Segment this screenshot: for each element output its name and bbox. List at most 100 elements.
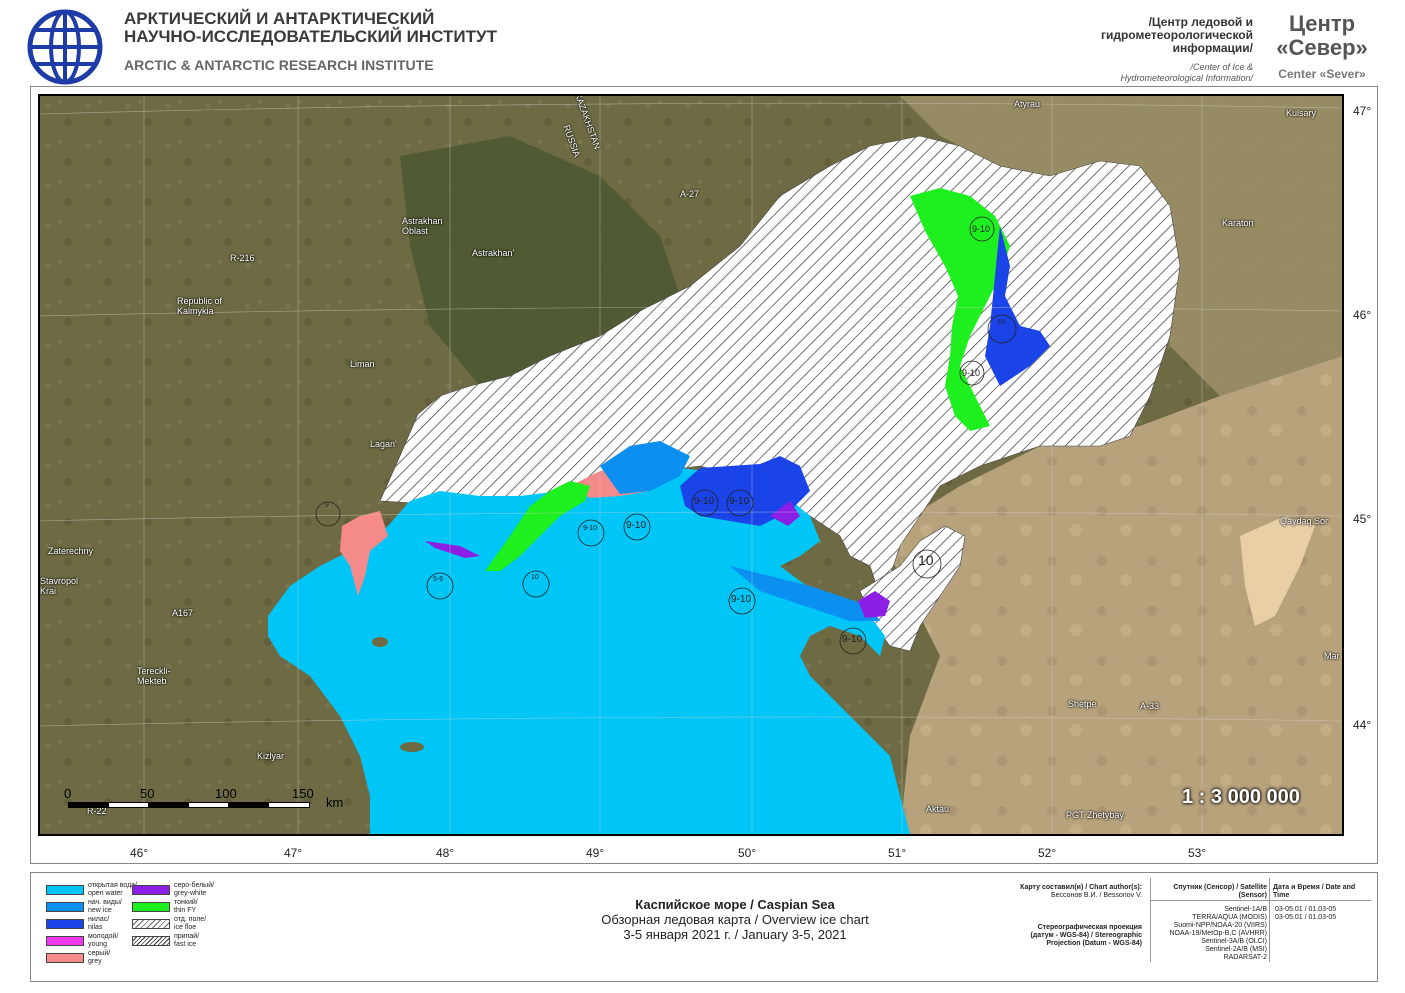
legend-en: nilas [88,924,103,931]
source-sat: Sentinel-3A/B (OLCI) [1201,938,1267,945]
place-label: Kulsary [1286,108,1317,118]
road-label: A-27 [680,189,700,199]
road-label: A167 [172,608,194,618]
legend-swatch [132,919,170,929]
place-label: Astrakhan' [472,248,515,258]
longitude-label: 50° [738,846,757,860]
legend-ru: припай/ [174,933,200,940]
sever-logo-ru: Центр «Север» [1268,12,1376,60]
latitude-label: 45° [1353,512,1372,526]
center-en-line2: Hydrometeorological Information/ [1120,73,1253,83]
ice-chart-svg[interactable] [40,96,1342,834]
legend-ru: тонкий/ [174,899,198,906]
source-sat: Sentinel-1A/B [1224,906,1267,913]
legend-en: open water [88,890,123,897]
ice-map[interactable]: 9-10 10 9-10 9-10 9-10 9-10 9-10 9-10 10… [38,94,1344,836]
place-label: Aktau [926,804,950,814]
place-label: Kizlyar [257,751,285,761]
source-date: 03-05.01 / 01.03-05 [1275,914,1337,921]
egg-code-label: 9 [325,502,329,509]
latitude-label: 44° [1353,718,1372,732]
egg-code-label: 10 [531,574,539,581]
scale-tick: 100 [215,786,237,801]
legend-swatch [46,885,84,895]
longitude-label: 53° [1188,846,1207,860]
longitude-label: 48° [436,846,455,860]
map-scale: 1 : 3 000 000 [1182,786,1300,808]
legend-swatch [132,902,170,912]
projection-line2: (датум - WGS-84) / Stereographic [1030,932,1142,939]
sources-header-date: Дата и Время / Date and Time [1273,884,1356,899]
legend-swatch [46,953,84,963]
legend-item: отд. поле/ice floe [132,916,206,932]
egg-code-label: 9-10 [729,496,750,507]
place-label: Karaton [1222,218,1254,228]
place-label: Liman [350,359,375,369]
legend-swatch [132,936,170,946]
egg-code-label: 9-10 [731,594,752,605]
legend-en: young [88,941,108,948]
legend-item: серо-белый/grey-white [132,882,214,898]
center-en-line1: /Center of Ice & [1190,62,1253,72]
place-label: Lagan' [370,439,397,449]
sever-logo-en: Center «Sever» [1278,67,1366,81]
longitude-label: 46° [130,846,149,860]
egg-code-label: 9-10 [583,525,598,532]
legend-ru: серо-белый/ [174,882,215,889]
chart-title-date: 3-5 января 2021 г. / January 3-5, 2021 [623,927,847,942]
legend-ru: молодой/ [88,933,119,940]
legend-swatch [46,902,84,912]
place-label: Astrakhan Oblast [402,216,443,236]
legend-en: grey [88,958,102,965]
legend-item: серый/grey [46,950,110,966]
institute-name-en: ARCTIC & ANTARCTIC RESEARCH INSTITUTE [124,57,434,73]
center-name-ru: /Центр ледовой и гидрометеорологической … [1013,16,1253,55]
sources-table: Спутник (Сенсор) / Satellite (Sensor) Да… [1150,878,1371,962]
institute-ru-line2: НАУЧНО-ИССЛЕДОВАТЕЛЬСКИЙ ИНСТИТУТ [124,27,497,46]
chart-authors: Карту составил(и) / Chart author(s): Бес… [1000,884,1142,900]
projection-line3: Projection (Datum - WGS-84) [1046,940,1142,947]
island [400,742,424,752]
place-label: Tereckli-Mekteb [137,666,171,686]
sever-ru-line2: «Север» [1276,35,1368,60]
chart-title-type: Обзорная ледовая карта / Overview ice ch… [601,912,869,927]
legend-en: grey-white [174,890,207,897]
scale-tick: 0 [64,786,72,801]
legend-en: fast ice [174,941,197,948]
legend-en: thin FY [174,907,197,914]
legend-item: открытая вода/open water [46,882,137,898]
egg-code-label: 5-6 [433,576,444,583]
legend-item: припай/fast ice [132,933,199,949]
legend-ru: нач. виды/ [88,899,122,906]
legend-item: нач. виды/new ice [46,899,122,915]
authors-names: Бессонов В.И. / Bessonov V. [1051,892,1142,899]
egg-code-label: 10 [997,319,1005,326]
legend-ru: нилас/ [88,916,110,923]
source-date: 03-05.01 / 01.03-05 [1275,906,1337,913]
latitude-label: 47° [1353,104,1372,118]
legend-ru: отд. поле/ [174,916,207,923]
source-sat: NOAA-19/MetOp-B,C (AVHRR) [1169,930,1268,937]
egg-code-label: 9-10 [972,224,991,234]
aari-logo [26,8,104,86]
longitude-label: 52° [1038,846,1057,860]
place-label: Republic of Kalmykia [177,296,223,316]
place-label: Zaterechny [48,546,94,556]
place-label: Mar [1324,651,1340,661]
legend-item: молодой/young [46,933,118,949]
source-sat: Suomi-NPP/NOAA-20 (VIIRS) [1173,922,1267,929]
legend-swatch [46,919,84,929]
island [372,637,388,647]
scale-unit: km [326,795,344,810]
center-name-en: /Center of Ice & Hydrometeorological Inf… [1013,62,1253,84]
place-label: Stavropol Krai [40,576,79,596]
egg-code-label: 9-10 [962,368,981,378]
longitude-label: 47° [284,846,303,860]
institute-ru-line1: АРКТИЧЕСКИЙ И АНТАРКТИЧЕСКИЙ [124,9,435,28]
legend-item: нилас/nilas [46,916,109,932]
latitude-label: 46° [1353,308,1372,322]
source-sat: TERRA/AQUA (MODIS) [1192,914,1267,921]
projection-info: Стереографическая проекция (датум - WGS-… [1000,924,1142,948]
longitude-label: 49° [586,846,605,860]
chart-title-sea: Каспийское море / Caspian Sea [635,897,835,912]
